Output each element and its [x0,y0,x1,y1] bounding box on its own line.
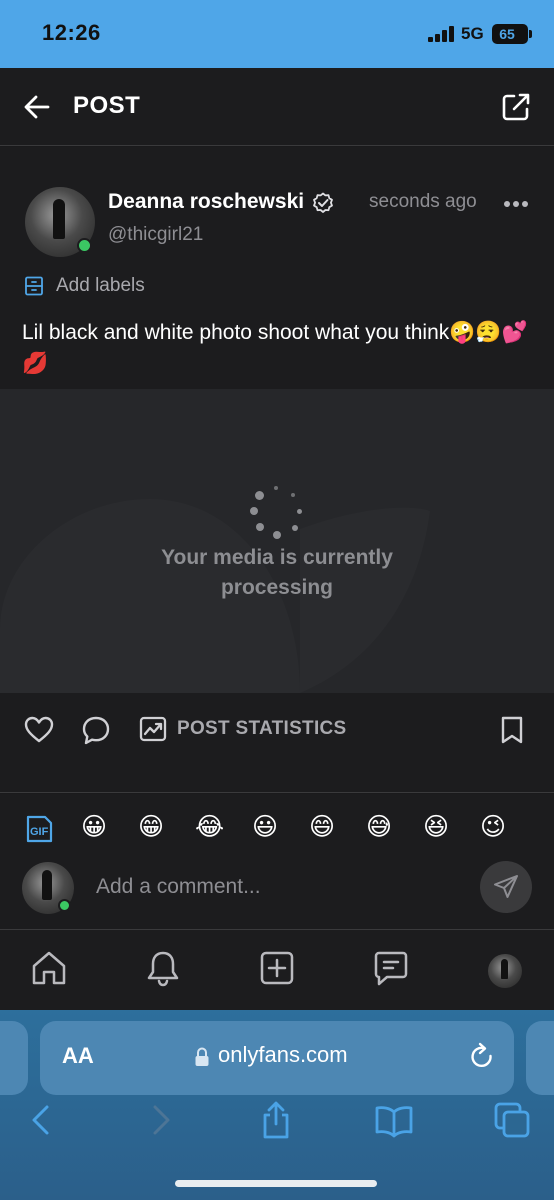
author-handle[interactable]: @thicgirl21 [108,224,203,246]
comment-input[interactable] [96,870,456,904]
status-bar: 12:26 5G 65 [0,0,554,68]
svg-text:GIF: GIF [30,826,49,838]
emoji-beaming[interactable]: 😁 [138,812,164,842]
nav-new-post[interactable] [257,948,297,988]
send-button[interactable] [480,861,532,913]
chevron-left-icon[interactable] [22,1100,62,1140]
browser-toolbar: AA onlyfans.com [0,1010,554,1200]
lock-icon [195,1047,209,1066]
bell-icon [147,951,179,987]
comment-composer: GIF 😀 😁 😂 😃 😄 😅 😆 😉 [0,794,554,930]
post-header: POST [0,68,554,146]
home-icon [32,951,66,985]
messages-icon [374,951,408,986]
labels-icon[interactable] [24,276,44,296]
post-caption: Lil black and white photo shoot what you… [22,321,528,375]
reader-settings-button[interactable]: AA [62,1043,94,1069]
url-text[interactable]: onlyfans.com [218,1042,348,1068]
author-name[interactable]: Deanna roschewski [108,190,304,214]
nav-home[interactable] [29,948,69,988]
address-bar[interactable]: AA onlyfans.com [40,1021,514,1095]
home-indicator[interactable] [175,1180,377,1187]
chevron-right-icon [153,1105,170,1135]
emoji-sweat-smile[interactable]: 😅 [366,812,392,842]
add-labels-link[interactable]: Add labels [56,275,145,297]
post-statistics-button[interactable]: POST STATISTICS [177,718,347,740]
post-card: Deanna roschewski seconds ago @thicgirl2… [0,147,554,389]
bookmarks-icon[interactable] [374,1100,414,1140]
page-title: POST [73,92,141,119]
network-label: 5G [461,24,484,43]
tabs-icon[interactable] [492,1100,532,1140]
share-icon[interactable] [500,91,532,123]
nav-messages[interactable] [371,948,411,988]
emoji-smile[interactable]: 😄 [309,812,335,842]
status-time: 12:26 [42,20,101,45]
battery-nub [529,30,532,38]
gif-icon[interactable]: GIF [24,814,54,844]
battery-icon: 65 [492,24,528,44]
emoji-tears-of-joy[interactable]: 😂 [195,812,224,842]
next-tab-peek[interactable] [526,1021,554,1095]
comment-icon[interactable] [80,715,112,745]
loading-spinner-icon [247,483,307,543]
emoji-grinning[interactable]: 😀 [81,812,107,842]
media-processing-text: Your media is currently processing [161,546,393,599]
emoji-wink[interactable]: 😉 [480,812,506,842]
bottom-navigation [0,930,554,1010]
arrow-left-icon[interactable] [22,92,52,122]
verified-badge-icon [313,192,333,213]
heart-icon[interactable] [24,715,54,745]
previous-tab-peek[interactable] [0,1021,28,1095]
send-icon [494,875,518,898]
signal-icon [428,26,456,42]
profile-avatar[interactable] [488,954,522,988]
more-options-icon[interactable] [504,201,528,207]
reload-icon[interactable] [468,1042,496,1072]
plus-square-icon [260,951,294,985]
nav-notifications[interactable] [143,948,183,988]
online-status-dot [58,899,71,912]
emoji-smiley[interactable]: 😃 [252,812,278,842]
bookmark-icon[interactable] [499,715,525,745]
chart-icon[interactable] [139,715,167,743]
battery-level: 65 [499,26,515,42]
post-timestamp: seconds ago [369,191,477,212]
online-status-dot [77,238,92,253]
emoji-laughing[interactable]: 😆 [423,812,449,842]
media-placeholder: Your media is currently processing [0,389,554,693]
share-icon[interactable] [256,1100,296,1140]
post-actions-bar: POST STATISTICS [0,693,554,793]
